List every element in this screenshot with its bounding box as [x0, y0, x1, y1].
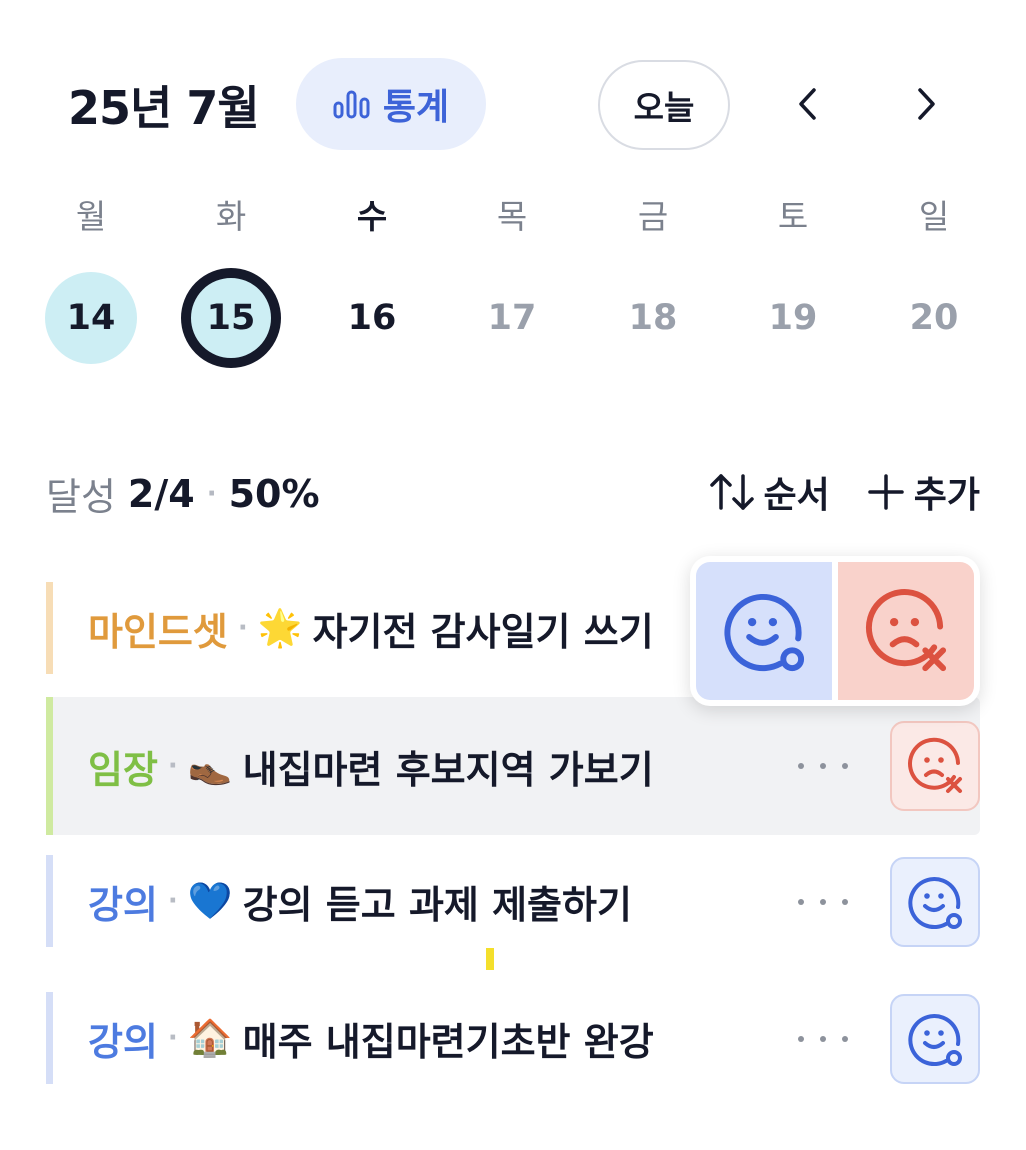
task-emoji: 👞	[187, 746, 233, 787]
task-item[interactable]: 강의 · 🏠 매주 내집마련기초반 완강	[46, 992, 980, 1084]
achievement-summary: 달성 2/4 · 50%	[46, 466, 320, 521]
chevron-right-icon	[918, 88, 935, 120]
status-fail-button[interactable]	[890, 721, 980, 811]
list-actions: 순서 추가	[708, 466, 980, 518]
date-18[interactable]: 18	[603, 268, 703, 368]
achievement-count: 2/4	[127, 471, 195, 516]
dot	[820, 899, 826, 905]
task-category: 강의	[88, 882, 158, 927]
prev-week-button[interactable]	[784, 80, 832, 128]
task-emoji: 🌟	[257, 608, 303, 649]
weekday-sat: 토	[777, 197, 809, 236]
date-19[interactable]: 19	[743, 268, 843, 368]
stats-label: 통계	[382, 87, 450, 128]
task-content: 강의 · 🏠 매주 내집마련기초반 완강	[88, 992, 654, 1084]
task-title: 매주 내집마련기초반 완강	[242, 1019, 654, 1064]
more-options-button[interactable]	[798, 751, 848, 781]
weekday-tue: 화	[215, 197, 247, 236]
today-button[interactable]: 오늘	[598, 60, 730, 150]
separator-dot: ·	[167, 886, 178, 916]
category-color-bar	[46, 582, 53, 674]
task-emoji: 💙	[187, 881, 233, 922]
popover-fail-option[interactable]	[838, 562, 974, 700]
task-content: 마인드셋 · 🌟 자기전 감사일기 쓰기	[88, 582, 654, 674]
sad-face-x-icon	[908, 737, 962, 793]
dot	[798, 763, 804, 769]
smile-face-check-icon	[908, 1014, 962, 1067]
more-options-button[interactable]	[798, 887, 848, 917]
task-category: 마인드셋	[88, 609, 228, 654]
dot	[842, 763, 848, 769]
smile-face-check-icon	[724, 594, 805, 672]
weekday-sun: 일	[918, 197, 950, 236]
date-17[interactable]: 17	[462, 268, 562, 368]
status-success-button[interactable]	[890, 994, 980, 1084]
task-title: 자기전 감사일기 쓰기	[312, 609, 654, 654]
task-emoji: 🏠	[187, 1018, 233, 1059]
dot	[798, 1036, 804, 1042]
achievement-percent: 50%	[228, 471, 320, 516]
popover-success-option[interactable]	[696, 562, 832, 700]
weekday-wed: 수	[356, 197, 388, 236]
task-item[interactable]: 강의 · 💙 강의 듣고 과제 제출하기	[46, 855, 980, 947]
separator-dot: ·	[167, 1023, 178, 1053]
calendar-header: 25년 7월 통계 오늘	[0, 0, 1026, 200]
chevron-left-icon	[799, 88, 816, 120]
month-title: 25년 7월	[68, 81, 260, 135]
task-item-selected[interactable]: 임장 · 👞 내집마련 후보지역 가보기	[46, 697, 980, 835]
bar-chart-icon	[333, 90, 370, 119]
add-label: 추가	[913, 475, 980, 516]
separator-dot: ·	[206, 478, 217, 509]
category-color-bar	[46, 855, 53, 947]
date-row: 14 15 16 17 18 19 20	[0, 268, 1026, 372]
dot	[820, 763, 826, 769]
achievement-label: 달성	[46, 475, 116, 519]
task-content: 강의 · 💙 강의 듣고 과제 제출하기	[88, 855, 632, 947]
dot	[798, 899, 804, 905]
date-16-today[interactable]: 16	[322, 268, 422, 368]
separator-dot: ·	[237, 613, 248, 643]
sort-label: 순서	[763, 475, 830, 516]
dot	[820, 1036, 826, 1042]
status-popover	[690, 556, 980, 706]
task-content: 임장 · 👞 내집마련 후보지역 가보기	[88, 697, 654, 835]
category-color-bar	[46, 992, 53, 1084]
stats-button[interactable]: 통계	[296, 58, 486, 150]
separator-dot: ·	[167, 751, 178, 781]
more-options-button[interactable]	[798, 1024, 848, 1054]
smile-face-check-icon	[908, 877, 962, 930]
add-task-button[interactable]: 추가	[866, 466, 980, 518]
date-14[interactable]: 14	[45, 272, 137, 364]
date-15-selected[interactable]: 15	[181, 268, 281, 368]
text-cursor-marker	[486, 948, 494, 970]
task-category: 임장	[88, 747, 158, 792]
task-title: 내집마련 후보지역 가보기	[242, 747, 654, 792]
weekday-fri: 금	[637, 197, 669, 236]
weekday-thu: 목	[496, 197, 528, 236]
dot	[842, 899, 848, 905]
dot	[842, 1036, 848, 1042]
next-week-button[interactable]	[902, 80, 950, 128]
task-title: 강의 듣고 과제 제출하기	[242, 882, 632, 927]
date-20[interactable]: 20	[884, 268, 984, 368]
sort-arrows-icon	[709, 474, 754, 510]
sad-face-x-icon	[866, 589, 947, 672]
weekday-row: 월 화 수 목 금 토 일	[0, 190, 1026, 250]
task-category: 강의	[88, 1019, 158, 1064]
sort-button[interactable]: 순서	[708, 466, 830, 518]
plus-icon	[868, 474, 904, 510]
status-success-button[interactable]	[890, 857, 980, 947]
category-color-bar	[46, 697, 53, 835]
weekday-mon: 월	[75, 197, 107, 236]
